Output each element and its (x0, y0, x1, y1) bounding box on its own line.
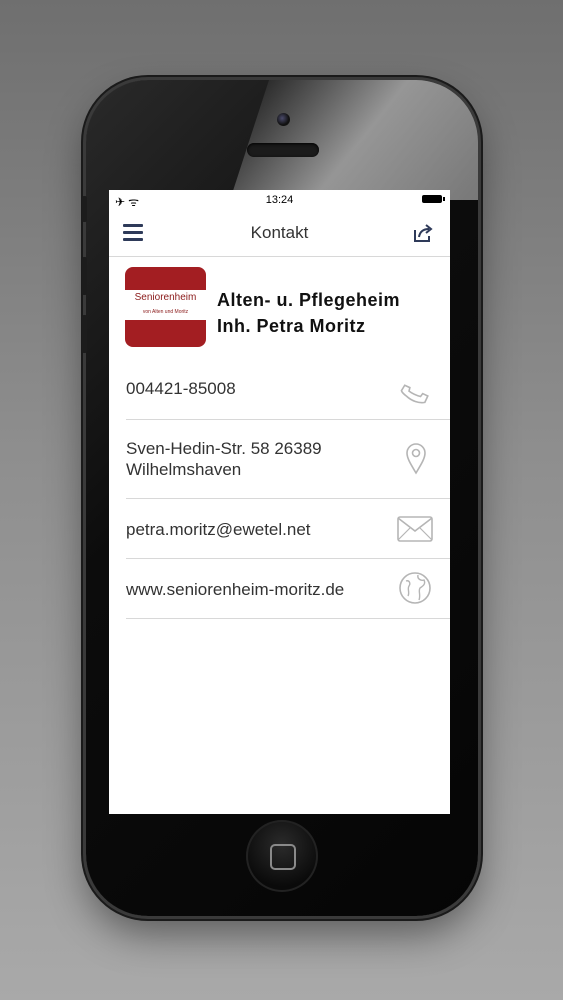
logo-main-text: Seniorenheim (134, 292, 197, 303)
mute-switch (82, 196, 87, 222)
email-row[interactable]: petra.moritz@ewetel.net (126, 499, 450, 559)
share-icon[interactable] (412, 222, 434, 244)
page-title: Kontakt (250, 223, 309, 242)
phone-row[interactable]: 004421-85008 (126, 360, 450, 420)
battery-icon (422, 195, 445, 203)
phone-number: 004421-85008 (126, 379, 236, 398)
phone-icon (400, 384, 429, 404)
business-logo: Seniorenheim von Alten und Moritz (125, 267, 206, 347)
status-bar: ✈ᯤ 13:24 (109, 190, 450, 210)
nav-bar: Kontakt (109, 210, 450, 257)
business-name-line1: Alten- u. Pflegeheim (217, 290, 401, 310)
logo-sub-text: von Alten und Moritz (142, 309, 189, 315)
home-button-icon (270, 844, 296, 870)
home-button[interactable] (246, 820, 318, 892)
envelope-icon (397, 516, 433, 542)
app-screen: ✈ᯤ 13:24 Kontakt Seniorenheim von Alten … (109, 190, 450, 814)
address: Sven-Hedin-Str. 58 26389 Wilhelmshaven (126, 438, 322, 480)
address-line1: Sven-Hedin-Str. 58 26389 (126, 439, 322, 458)
email-address: petra.moritz@ewetel.net (126, 520, 311, 539)
volume-down-button (82, 315, 87, 353)
website-url: www.seniorenheim-moritz.de (126, 580, 345, 599)
status-time: 13:24 (265, 194, 294, 206)
location-pin-icon (406, 443, 426, 475)
address-row[interactable]: Sven-Hedin-Str. 58 26389 Wilhelmshaven (126, 420, 450, 499)
business-name: Alten- u. Pflegeheim Inh. Petra Moritz (217, 287, 400, 339)
website-row[interactable]: www.seniorenheim-moritz.de (126, 559, 450, 619)
earpiece-speaker (247, 143, 319, 157)
globe-icon (399, 572, 431, 604)
front-camera (277, 113, 290, 126)
volume-up-button (82, 257, 87, 295)
address-line2: Wilhelmshaven (126, 460, 242, 479)
business-header: Seniorenheim von Alten und Moritz Alten-… (125, 267, 445, 349)
business-name-line2: Inh. Petra Moritz (217, 316, 366, 336)
